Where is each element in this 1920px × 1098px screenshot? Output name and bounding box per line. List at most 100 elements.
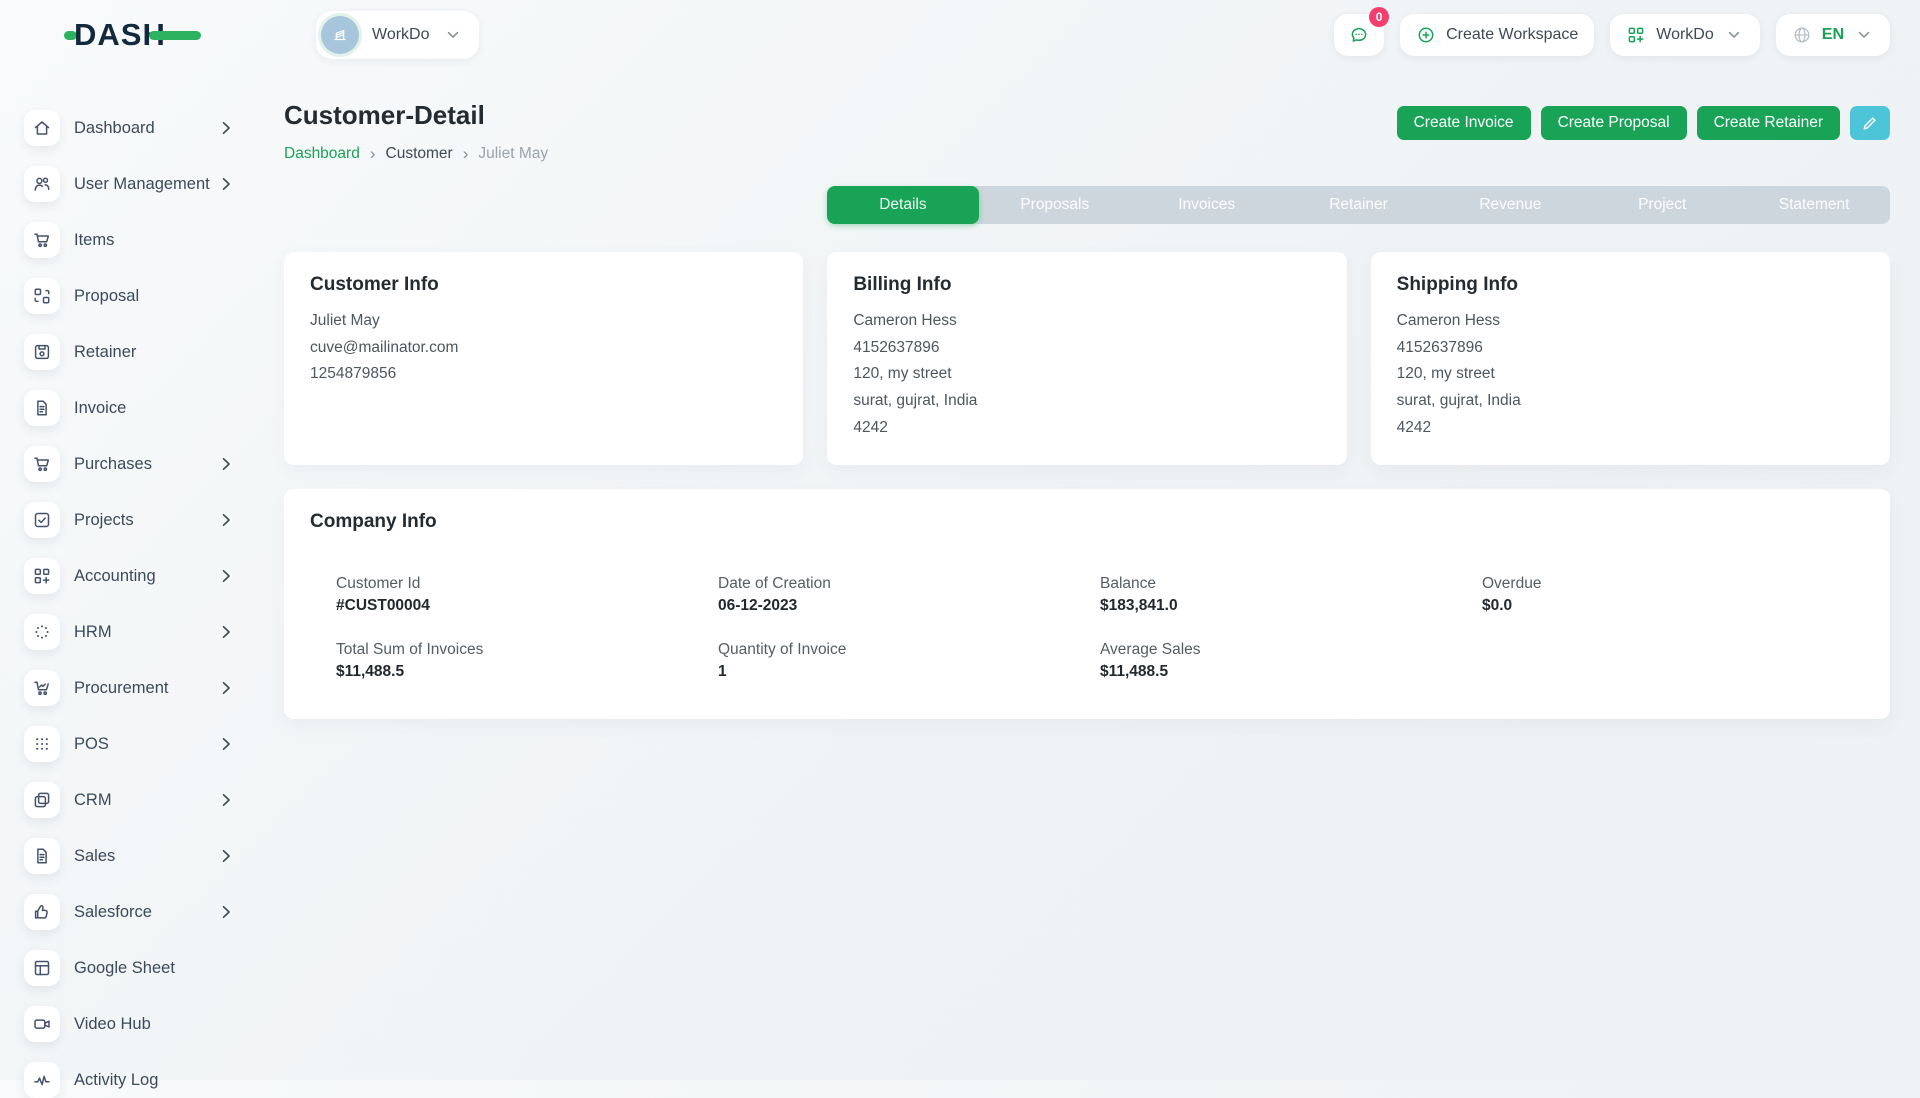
create-workspace-label: Create Workspace	[1446, 26, 1578, 44]
chevron-right-icon	[216, 846, 236, 866]
thumbs-up-icon	[24, 894, 60, 930]
field-value: $11,488.5	[1100, 663, 1482, 681]
breadcrumb-separator: ›	[463, 144, 469, 164]
info-line: 4152637896	[853, 337, 1320, 359]
create-workspace-button[interactable]: Create Workspace	[1400, 14, 1594, 56]
field-label: Overdue	[1482, 575, 1864, 593]
sidebar-item-label: HRM	[74, 623, 216, 642]
breadcrumb-customer[interactable]: Customer	[386, 145, 453, 163]
info-line: 4242	[1397, 417, 1864, 439]
workspace-name: WorkDo	[372, 26, 430, 44]
create-proposal-button[interactable]: Create Proposal	[1541, 106, 1687, 140]
video-icon	[24, 1006, 60, 1042]
sidebar-item-dashboard[interactable]: Dashboard	[24, 110, 264, 146]
sidebar-item-label: POS	[74, 735, 216, 754]
chevron-down-icon	[1724, 25, 1744, 45]
sidebar-item-accounting[interactable]: Accounting	[24, 558, 264, 594]
sidebar-item-purchases[interactable]: Purchases	[24, 446, 264, 482]
company-field-average-sales: Average Sales $11,488.5	[1100, 641, 1482, 681]
brand-logo[interactable]: DASH	[64, 17, 296, 53]
sidebar-item-label: Activity Log	[74, 1071, 236, 1090]
windows-icon	[24, 782, 60, 818]
cart-icon	[24, 446, 60, 482]
sidebar-item-invoice[interactable]: Invoice	[24, 390, 264, 426]
sidebar-item-retainer[interactable]: Retainer	[24, 334, 264, 370]
sidebar-item-label: CRM	[74, 791, 216, 810]
sidebar-item-user-management[interactable]: User Management	[24, 166, 264, 202]
users-icon	[24, 166, 60, 202]
sidebar-item-sales[interactable]: Sales	[24, 838, 264, 874]
tab-revenue[interactable]: Revenue	[1434, 186, 1586, 224]
dots-circle-icon	[24, 614, 60, 650]
company-info-card: Company Info Customer Id#CUST00004Date o…	[284, 489, 1890, 719]
info-line: 120, my street	[1397, 363, 1864, 385]
file-icon	[24, 390, 60, 426]
edit-button[interactable]	[1850, 106, 1890, 140]
app-switcher-label: WorkDo	[1656, 26, 1714, 44]
sidebar-item-crm[interactable]: CRM	[24, 782, 264, 818]
company-field-total-sum-of-invoices: Total Sum of Invoices$11,488.5	[336, 641, 718, 681]
chevron-right-icon	[216, 902, 236, 922]
tab-retainer[interactable]: Retainer	[1283, 186, 1435, 224]
company-fields: Customer Id#CUST00004Date of Creation06-…	[310, 547, 1864, 697]
info-line: 4242	[853, 417, 1320, 439]
tab-proposals[interactable]: Proposals	[979, 186, 1131, 224]
sidebar-item-procurement[interactable]: Procurement	[24, 670, 264, 706]
shipping-info-title: Shipping Info	[1397, 274, 1864, 296]
chevron-right-icon	[216, 566, 236, 586]
tab-project[interactable]: Project	[1586, 186, 1738, 224]
field-value: 1	[718, 663, 1100, 681]
cart-icon	[24, 222, 60, 258]
swap-icon	[24, 278, 60, 314]
sidebar-item-label: Dashboard	[74, 119, 216, 138]
sidebar-item-label: User Management	[74, 175, 216, 194]
grid-plus-icon	[24, 558, 60, 594]
chevron-down-icon	[443, 25, 463, 45]
tabs-row: DetailsProposalsInvoicesRetainerRevenueP…	[284, 186, 1890, 224]
sidebar-item-activity-log[interactable]: Activity Log	[24, 1062, 264, 1098]
tab-statement[interactable]: Statement	[1738, 186, 1890, 224]
page-header: Customer-Detail Dashboard›Customer›Julie…	[284, 100, 1890, 164]
create-invoice-button[interactable]: Create Invoice	[1397, 106, 1531, 140]
info-line: surat, gujrat, India	[1397, 390, 1864, 412]
create-retainer-button[interactable]: Create Retainer	[1697, 106, 1840, 140]
sidebar-item-video-hub[interactable]: Video Hub	[24, 1006, 264, 1042]
breadcrumb-dashboard[interactable]: Dashboard	[284, 145, 360, 163]
page-title-block: Customer-Detail Dashboard›Customer›Julie…	[284, 100, 548, 164]
chevron-right-icon	[216, 510, 236, 530]
main-content: Customer-Detail Dashboard›Customer›Julie…	[264, 70, 1920, 1080]
sidebar-item-proposal[interactable]: Proposal	[24, 278, 264, 314]
chevron-right-icon	[216, 174, 236, 194]
tab-invoices[interactable]: Invoices	[1131, 186, 1283, 224]
field-label: Average Sales	[1100, 641, 1482, 659]
pulse-icon	[24, 1062, 60, 1098]
sidebar-item-projects[interactable]: Projects	[24, 502, 264, 538]
app-switcher-button[interactable]: WorkDo	[1610, 14, 1760, 56]
sidebar-item-label: Procurement	[74, 679, 216, 698]
chevron-right-icon	[216, 678, 236, 698]
info-line: Juliet May	[310, 310, 777, 332]
breadcrumb-juliet-may: Juliet May	[478, 145, 548, 163]
company-field-customer-id: Customer Id#CUST00004	[336, 575, 718, 615]
tab-details[interactable]: Details	[827, 186, 979, 224]
sidebar-item-label: Video Hub	[74, 1015, 236, 1034]
workspace-selector[interactable]: WorkDo	[316, 11, 479, 59]
file-icon	[24, 838, 60, 874]
language-selector[interactable]: EN	[1776, 14, 1890, 56]
company-field-balance: Balance$183,841.0	[1100, 575, 1482, 615]
home-icon	[24, 110, 60, 146]
sidebar-item-label: Accounting	[74, 567, 216, 586]
messages-button[interactable]: 0	[1334, 14, 1384, 56]
sidebar-item-label: Items	[74, 231, 236, 250]
info-line: Cameron Hess	[853, 310, 1320, 332]
sidebar-item-label: Salesforce	[74, 903, 216, 922]
field-label: Customer Id	[336, 575, 718, 593]
sidebar-item-label: Purchases	[74, 455, 216, 474]
sidebar-item-hrm[interactable]: HRM	[24, 614, 264, 650]
chevron-down-icon	[1854, 25, 1874, 45]
sidebar-item-items[interactable]: Items	[24, 222, 264, 258]
sidebar-item-pos[interactable]: POS	[24, 726, 264, 762]
grid-plus-icon	[1626, 25, 1646, 45]
sidebar-item-salesforce[interactable]: Salesforce	[24, 894, 264, 930]
sidebar-item-google-sheet[interactable]: Google Sheet	[24, 950, 264, 986]
